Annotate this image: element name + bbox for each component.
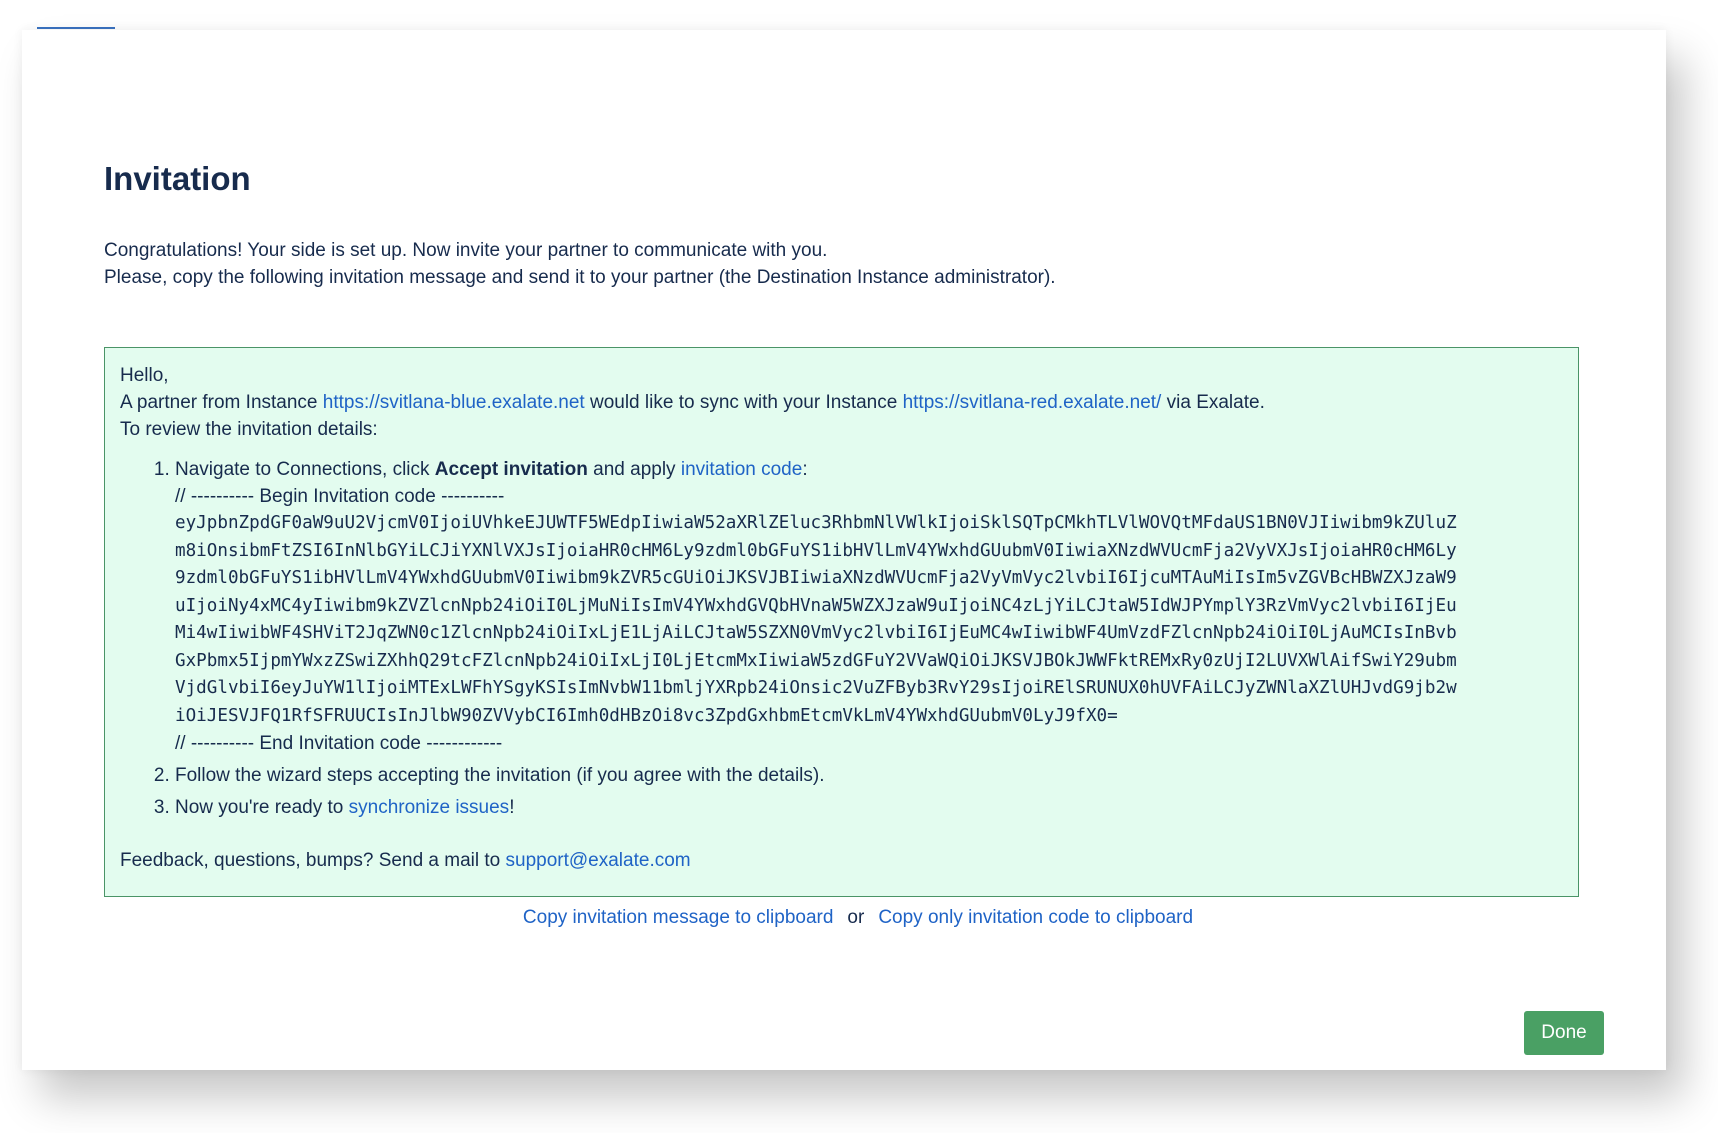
- invitation-code-link[interactable]: invitation code: [681, 459, 802, 480]
- code-line: m8iOnsibmFtZSI6InNlbGYiLCJiYXNlVXJsIjoia…: [175, 540, 1457, 561]
- step1-suffix: :: [802, 459, 808, 480]
- code-line: 9zdml0bGFuYS1ibHVlLmV4YWxhdGUubmV0Iiwibm…: [175, 568, 1457, 588]
- done-button[interactable]: Done: [1524, 1011, 1604, 1055]
- review-line: To review the invitation details:: [120, 419, 378, 440]
- dialog-title: Invitation: [104, 160, 251, 197]
- step-1: Navigate to Connections, click Accept in…: [175, 456, 1563, 757]
- or-separator: or: [847, 907, 865, 928]
- copy-actions: Copy invitation message to clipboard or Co…: [22, 907, 1694, 929]
- code-line: eyJpbnZpdGF0aW9uU2VjcmV0IjoiUVhkeEJUWTF5…: [175, 513, 1457, 533]
- step-2: Follow the wizard steps accepting the in…: [175, 762, 1563, 789]
- step-3: Now you're ready to synchronize issues!: [175, 794, 1563, 821]
- invitation-code: eyJpbnZpdGF0aW9uU2VjcmV0IjoiUVhkeEJUWTF5…: [175, 510, 1567, 730]
- source-instance-link[interactable]: https://svitlana-blue.exalate.net: [323, 392, 585, 413]
- top-accent-line: [37, 27, 115, 29]
- steps-list: Navigate to Connections, click Accept in…: [120, 456, 1563, 821]
- code-line: VjdGlvbiI6eyJuYW1lIjoiMTExLWFhYSgyKSIsIm…: [175, 678, 1457, 698]
- feedback-line: Feedback, questions, bumps? Send a mail …: [120, 847, 1563, 874]
- step1-middle: and apply: [587, 459, 681, 480]
- support-email-link[interactable]: support@exalate.com: [506, 850, 691, 871]
- code-line: iOiJESVJFQ1RfSFRUUCIsInJlbW90ZVVybCI6Imh…: [175, 705, 1118, 726]
- code-line: GxPbmx5IjpmYWxzZSwiZXhhQ29tcFZlcnNpb24iO…: [175, 650, 1457, 671]
- copy-message-link[interactable]: Copy invitation message to clipboard: [523, 907, 834, 928]
- step3-suffix: !: [509, 797, 515, 818]
- partner-line-prefix: A partner from Instance: [120, 392, 323, 413]
- feedback-prefix: Feedback, questions, bumps? Send a mail …: [120, 850, 506, 871]
- intro-text: Congratulations! Your side is set up. No…: [104, 237, 1056, 291]
- step3-prefix: Now you're ready to: [175, 797, 349, 818]
- greeting: Hello,: [120, 365, 169, 386]
- code-line: uIjoiNy4xMC4yIiwibm9kZVZlcnNpb24iOiI0LjM…: [175, 595, 1457, 616]
- copy-code-link[interactable]: Copy only invitation code to clipboard: [878, 907, 1193, 928]
- code-begin-marker: // ---------- Begin Invitation code ----…: [175, 486, 505, 507]
- invitation-message-box: Hello, A partner from Instance https://s…: [104, 347, 1579, 897]
- step1-prefix: Navigate to Connections, click: [175, 459, 435, 480]
- synchronize-issues-link[interactable]: synchronize issues: [349, 797, 510, 818]
- intro-line-2: Please, copy the following invitation me…: [104, 267, 1056, 288]
- code-end-marker: // ---------- End Invitation code ------…: [175, 733, 503, 754]
- invitation-dialog: Invitation Congratulations! Your side is…: [22, 30, 1666, 1070]
- code-line: Mi4wIiwibWF4SHViT2JqZWN0c1ZlcnNpb24iOiIx…: [175, 623, 1457, 643]
- accept-invitation-label: Accept invitation: [434, 459, 588, 480]
- partner-line: A partner from Instance https://svitlana…: [120, 389, 1563, 416]
- partner-line-middle: would like to sync with your Instance: [584, 392, 903, 413]
- intro-line-1: Congratulations! Your side is set up. No…: [104, 240, 828, 261]
- partner-line-suffix: via Exalate.: [1161, 392, 1265, 413]
- step2-text: Follow the wizard steps accepting the in…: [175, 765, 825, 786]
- destination-instance-link[interactable]: https://svitlana-red.exalate.net/: [903, 392, 1162, 413]
- invitation-code-block: // ---------- Begin Invitation code ----…: [175, 483, 1563, 757]
